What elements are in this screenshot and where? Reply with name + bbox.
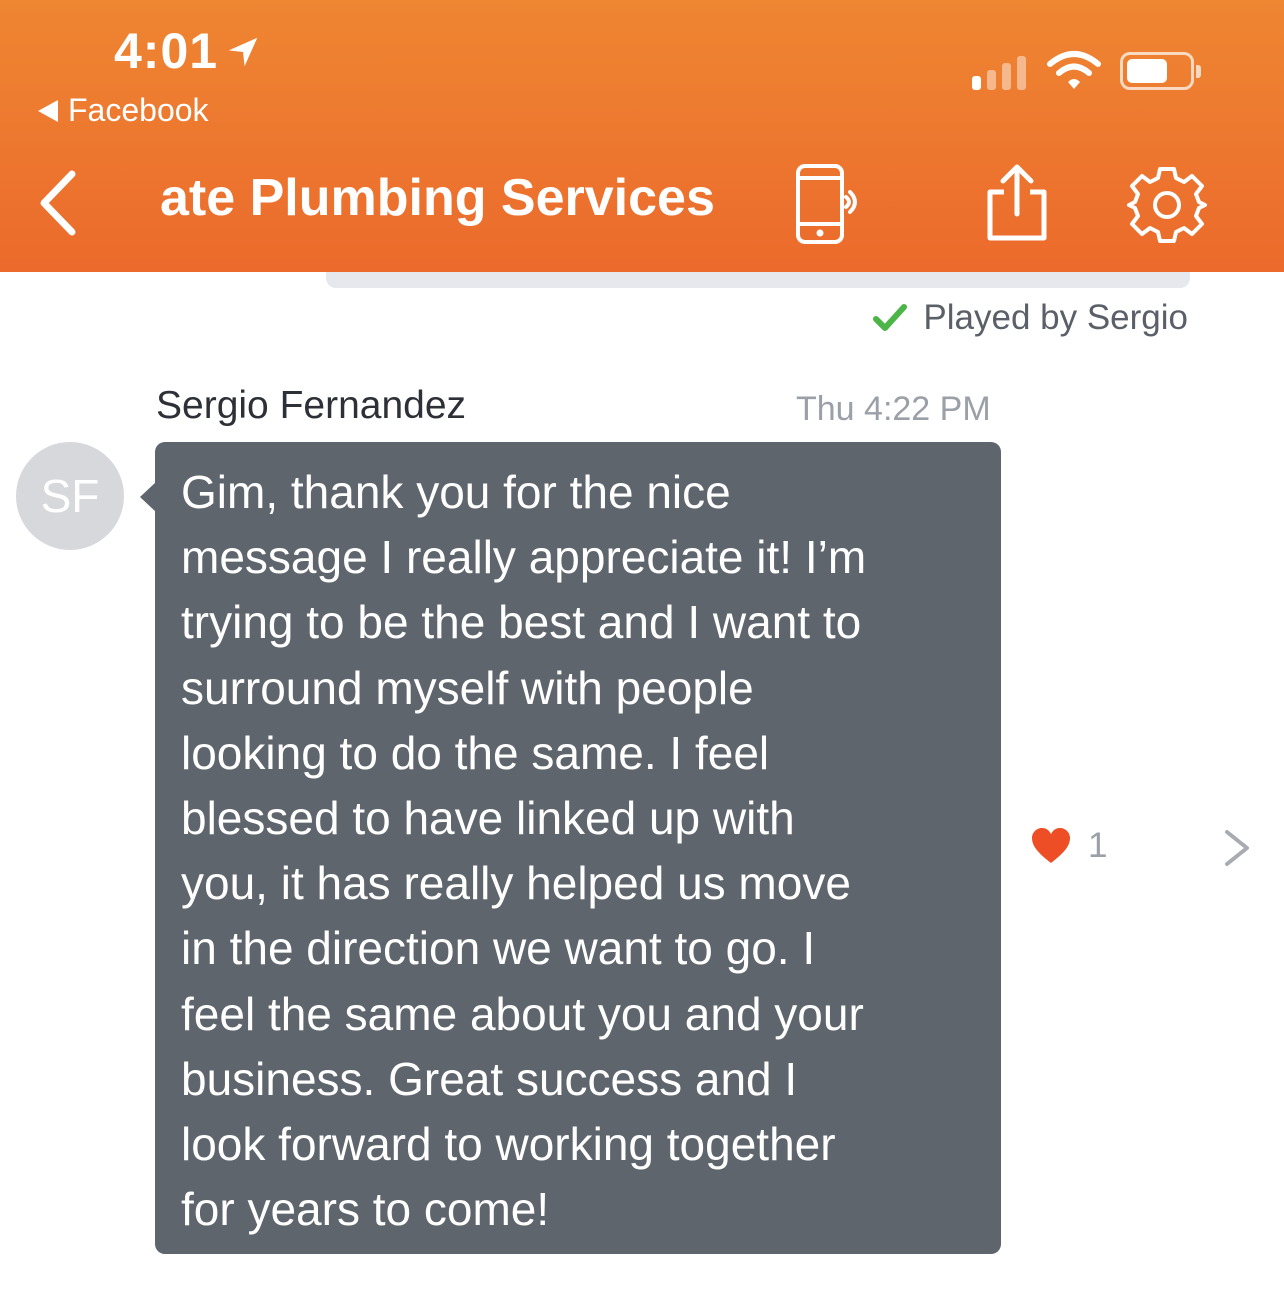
message-line: you, it has really helped us move xyxy=(181,857,851,910)
share-icon[interactable] xyxy=(984,162,1050,242)
message-line: look forward to working together xyxy=(181,1118,836,1171)
bubble-tail xyxy=(140,482,156,512)
message-line: surround myself with people xyxy=(181,661,754,714)
app-header: 4:01 Facebook ate Plumbing Services xyxy=(0,0,1284,272)
avatar[interactable]: SF xyxy=(16,442,124,550)
check-icon xyxy=(873,304,908,331)
back-triangle-icon xyxy=(38,99,58,122)
conversation-title: ate Plumbing Services xyxy=(160,169,715,227)
message-timestamp: Thu 4:22 PM xyxy=(796,390,991,428)
heart-icon xyxy=(1032,828,1070,863)
time-label: 4:01 xyxy=(114,23,219,79)
sender-name: Sergio Fernandez xyxy=(156,384,467,427)
message-line: message I really appreciate it! I’m xyxy=(181,531,867,584)
cellular-signal-icon xyxy=(972,54,1026,90)
message-line: looking to do the same. I feel xyxy=(181,726,770,779)
message-line: feel the same about you and your xyxy=(181,987,864,1040)
message-line: in the direction we want to go. I xyxy=(181,922,816,975)
chevron-right-icon[interactable] xyxy=(1222,828,1252,868)
status-bar-time: 4:01 xyxy=(114,22,262,80)
reaction-button[interactable]: 1 xyxy=(1030,826,1107,866)
played-status-label: Played by Sergio xyxy=(923,298,1188,337)
played-status: Played by Sergio xyxy=(873,298,1188,338)
message-line: trying to be the best and I want to xyxy=(181,596,862,649)
gear-icon[interactable] xyxy=(1126,164,1208,246)
message-line: blessed to have linked up with xyxy=(181,792,795,845)
wifi-icon xyxy=(1047,51,1101,89)
back-chevron-icon[interactable] xyxy=(36,170,80,236)
message-line: Gim, thank you for the nice xyxy=(181,466,731,518)
reaction-count: 1 xyxy=(1088,826,1108,865)
message-line: for years to come! xyxy=(181,1183,550,1236)
previous-message-card-edge xyxy=(326,272,1190,288)
location-arrow-icon xyxy=(228,37,258,67)
back-to-app-link[interactable]: Facebook xyxy=(38,92,209,129)
back-app-label: Facebook xyxy=(68,92,209,128)
message-bubble[interactable]: Gim, thank you for the nice message I re… xyxy=(155,442,1001,1254)
phone-speaker-icon[interactable] xyxy=(794,162,870,246)
message-line: business. Great success and I xyxy=(181,1052,798,1105)
battery-icon xyxy=(1120,52,1201,90)
avatar-initials: SF xyxy=(40,470,100,522)
